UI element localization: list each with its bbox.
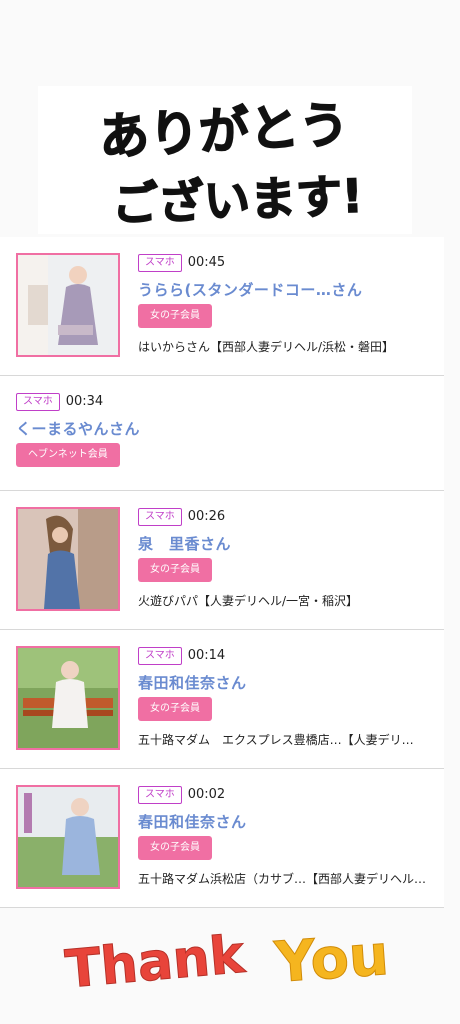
shop-name: 五十路マダム エクスプレス豊橋店…【人妻デリ… xyxy=(138,733,414,747)
profile-photo[interactable] xyxy=(16,253,120,357)
greeting-line2: ございます! xyxy=(111,169,364,232)
visit-time: 00:02 xyxy=(187,787,226,802)
profile-photo[interactable] xyxy=(16,785,120,889)
device-badge: スマホ xyxy=(138,646,182,665)
visitor-name-link[interactable]: 春田和佳奈さん xyxy=(138,672,436,692)
list-item[interactable]: スマホ 00:26 泉 里香さん 女の子会員 火遊びパパ【人妻デリヘル/一宮・稲… xyxy=(0,491,444,630)
visitor-name-link[interactable]: 春田和佳奈さん xyxy=(138,811,436,831)
visitor-name-link[interactable]: うらら(スタンダードコー…さん xyxy=(138,279,436,299)
profile-photo[interactable] xyxy=(16,646,120,750)
visitor-name-link[interactable]: 泉 里香さん xyxy=(138,533,436,553)
list-item[interactable]: スマホ 00:14 春田和佳奈さん 女の子会員 五十路マダム エクスプレス豊橋店… xyxy=(0,630,444,769)
member-badge: 女の子会員 xyxy=(138,836,212,860)
greeting-card: ありがとう ございます! xyxy=(38,86,412,234)
shop-name: 五十路マダム浜松店（カサブ…【西部人妻デリヘル… xyxy=(138,872,427,886)
list-item[interactable]: スマホ 00:34 くーまるやんさん ヘブンネット会員 xyxy=(0,376,444,491)
device-badge: スマホ xyxy=(138,785,182,804)
visit-time: 00:26 xyxy=(187,509,226,524)
visit-time: 00:34 xyxy=(65,394,104,409)
footprint-list: スマホ 00:45 うらら(スタンダードコー…さん 女の子会員 はいからさん【西… xyxy=(0,237,444,908)
you-text: You xyxy=(272,923,391,996)
greeting-handwriting: ありがとう ございます! xyxy=(97,95,365,232)
visit-time: 00:45 xyxy=(187,255,226,270)
thank-you-banner: Thank You xyxy=(60,900,410,1010)
visitor-name-link[interactable]: くーまるやんさん xyxy=(16,418,436,438)
list-item[interactable]: スマホ 00:02 春田和佳奈さん 女の子会員 五十路マダム浜松店（カサブ…【西… xyxy=(0,769,444,908)
shop-name: 火遊びパパ【人妻デリヘル/一宮・稲沢】 xyxy=(138,594,359,608)
visit-time: 00:14 xyxy=(187,648,226,663)
thank-text: Thank xyxy=(63,925,248,1001)
device-badge: スマホ xyxy=(16,392,60,411)
device-badge: スマホ xyxy=(138,253,182,272)
member-badge: ヘブンネット会員 xyxy=(16,443,120,467)
list-item[interactable]: スマホ 00:45 うらら(スタンダードコー…さん 女の子会員 はいからさん【西… xyxy=(0,237,444,376)
profile-photo[interactable] xyxy=(16,507,120,611)
member-badge: 女の子会員 xyxy=(138,304,212,328)
shop-name: はいからさん【西部人妻デリヘル/浜松・磐田】 xyxy=(138,340,395,354)
greeting-line1: ありがとう xyxy=(98,96,351,167)
member-badge: 女の子会員 xyxy=(138,558,212,582)
member-badge: 女の子会員 xyxy=(138,697,212,721)
device-badge: スマホ xyxy=(138,507,182,526)
